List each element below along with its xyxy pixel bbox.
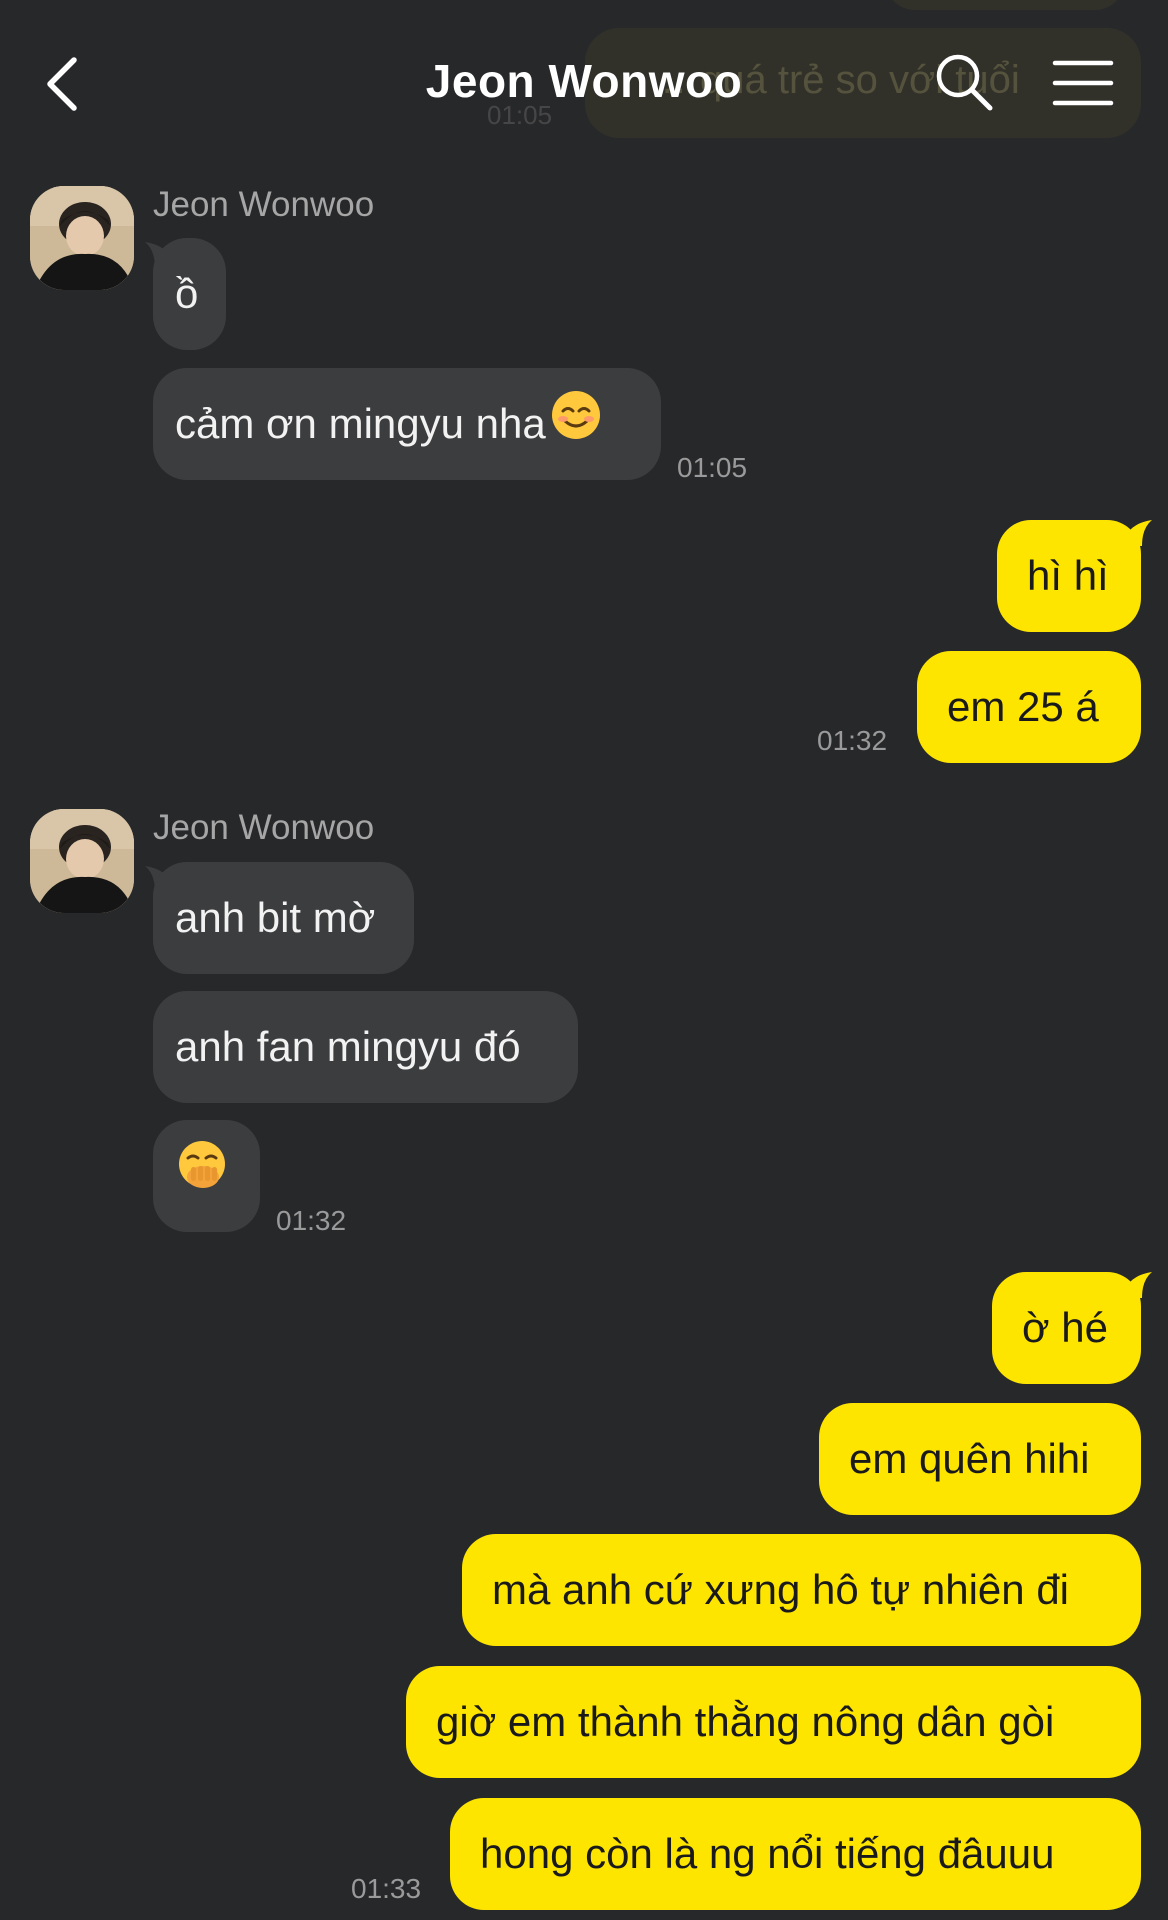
message-bubble-outgoing[interactable]: ờ hé (992, 1272, 1141, 1384)
sender-name: Jeon Wonwoo (153, 808, 375, 847)
profile-photo (30, 809, 134, 913)
message-text: anh fan mingyu đó (175, 1023, 521, 1070)
message-bubble-incoming[interactable]: ồ (153, 238, 226, 350)
message-bubble-incoming[interactable]: cảm ơn mingyu nha (153, 368, 661, 480)
message-timestamp: 01:33 (351, 1873, 422, 1904)
message-text: em 25 á (947, 683, 1099, 730)
message-bubble-incoming[interactable]: anh fan mingyu đó (153, 991, 578, 1103)
message-text: hì hì (1027, 552, 1109, 599)
message-text: ờ hé (1022, 1304, 1108, 1351)
message-bubble-incoming[interactable]: anh bit mờ (153, 862, 414, 974)
avatar[interactable] (30, 186, 134, 290)
hand-over-mouth-icon (175, 1123, 229, 1235)
search-button[interactable] (934, 52, 994, 112)
message-timestamp: 01:05 (677, 452, 748, 483)
avatar[interactable] (30, 809, 134, 913)
message-bubble-outgoing[interactable]: em quên hihi (819, 1403, 1141, 1515)
menu-button[interactable] (1052, 58, 1114, 108)
message-text: anh bit mờ (175, 894, 376, 941)
message-bubble-outgoing[interactable]: hì hì (997, 520, 1141, 632)
message-text: mà anh cứ xưng hô tự nhiên đi (492, 1566, 1070, 1613)
message-text: em quên hihi (849, 1435, 1090, 1482)
chat-screen: …quá trẻ so với tuổi 01:05 Jeon Wonwoo J… (0, 0, 1168, 1920)
message-text: ồ (175, 270, 199, 317)
message-timestamp: 01:32 (276, 1205, 347, 1236)
message-bubble-outgoing[interactable]: em 25 á (917, 651, 1141, 763)
profile-photo (30, 186, 134, 290)
message-text: giờ em thành thằng nông dân gòi (436, 1698, 1055, 1745)
message-timestamp: 01:32 (817, 725, 888, 756)
hamburger-menu-icon (1052, 60, 1114, 106)
search-icon (936, 54, 993, 111)
smiling-face-icon (550, 371, 602, 483)
message-bubble-outgoing[interactable]: mà anh cứ xưng hô tự nhiên đi (462, 1534, 1141, 1646)
message-bubble-outgoing[interactable]: giờ em thành thằng nông dân gòi (406, 1666, 1141, 1778)
message-bubble-incoming[interactable] (153, 1120, 260, 1232)
message-bubble-outgoing[interactable]: hong còn là ng nổi tiếng đâuuu (450, 1798, 1141, 1910)
chat-header: …quá trẻ so với tuổi 01:05 Jeon Wonwoo (0, 0, 1168, 160)
sender-name: Jeon Wonwoo (153, 185, 375, 224)
scrolled-bubble-fragment (885, 0, 1125, 10)
message-text: cảm ơn mingyu nha (175, 400, 546, 447)
message-text: hong còn là ng nổi tiếng đâuuu (480, 1830, 1055, 1877)
